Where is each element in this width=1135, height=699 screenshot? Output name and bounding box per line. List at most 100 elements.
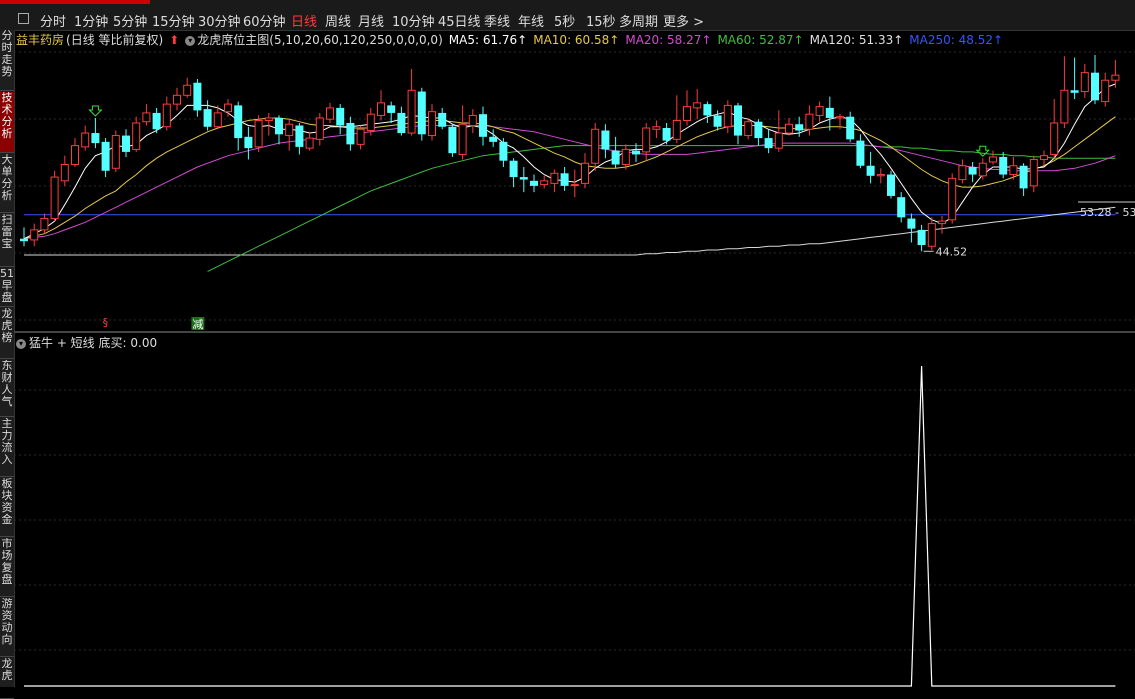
candle-body-down[interactable] [387, 105, 396, 113]
candle-body-up[interactable] [1029, 158, 1038, 187]
candle-body-up[interactable] [71, 145, 79, 165]
candle-body-up[interactable] [540, 180, 549, 186]
candle-body-down[interactable] [519, 177, 528, 180]
candle-body-up[interactable] [50, 176, 59, 220]
candle-body-up[interactable] [264, 117, 273, 121]
candle-body-up[interactable] [173, 94, 181, 105]
candle-body-down[interactable] [438, 112, 447, 127]
candle-body-up[interactable] [672, 119, 681, 140]
candle-body-down[interactable] [754, 121, 763, 139]
candle-body-up[interactable] [978, 162, 987, 177]
candle-body-down[interactable] [122, 135, 130, 152]
candle-body-up[interactable] [1009, 165, 1018, 176]
candle-body-up[interactable] [162, 103, 171, 128]
candle-body-up[interactable] [285, 123, 294, 137]
candle-body-up[interactable] [60, 163, 69, 182]
candle-body-up[interactable] [326, 107, 334, 120]
candle-body-down[interactable] [632, 150, 640, 155]
candle-body-up[interactable] [407, 89, 416, 134]
candle-body-down[interactable] [530, 180, 538, 186]
candle-body-down[interactable] [509, 160, 518, 178]
candle-body-up[interactable] [652, 126, 661, 130]
candle-body-up[interactable] [581, 162, 589, 184]
candle-body-down[interactable] [825, 107, 834, 118]
candle-body-up[interactable] [621, 148, 630, 165]
candle-body-down[interactable] [295, 125, 304, 147]
candle-body-up[interactable] [213, 112, 222, 128]
candle-body-up[interactable] [377, 102, 385, 116]
candle-body-up[interactable] [948, 177, 957, 221]
candle-body-down[interactable] [713, 115, 722, 127]
candle-body-down[interactable] [662, 128, 671, 141]
candle-body-down[interactable] [1070, 90, 1079, 93]
candle-body-up[interactable] [693, 102, 702, 109]
candle-body-down[interactable] [856, 140, 865, 166]
candle-body-down[interactable] [152, 112, 161, 130]
candle-body-up[interactable] [305, 137, 314, 149]
candle-body-up[interactable] [570, 184, 579, 187]
candle-body-up[interactable] [550, 172, 559, 184]
candle-body-up[interactable] [1080, 72, 1089, 93]
candle-body-down[interactable] [479, 114, 487, 137]
candle-body-up[interactable] [366, 113, 375, 132]
candle-body-down[interactable] [907, 218, 916, 229]
candle-body-up[interactable] [774, 132, 783, 149]
candle-body-up[interactable] [1040, 155, 1048, 160]
candle-body-down[interactable] [193, 82, 202, 111]
candle-body-up[interactable] [744, 121, 753, 137]
candle-body-down[interactable] [20, 238, 28, 242]
candle-body-up[interactable] [723, 104, 732, 128]
candle-body-up[interactable] [876, 174, 885, 177]
candle-body-down[interactable] [346, 122, 355, 145]
candle-body-down[interactable] [203, 109, 212, 127]
candle-body-up[interactable] [30, 229, 39, 241]
candle-body-up[interactable] [642, 127, 651, 153]
candle-body-up[interactable] [836, 116, 844, 119]
candle-body-down[interactable] [887, 174, 895, 196]
candle-body-up[interactable] [111, 135, 120, 169]
candle-body-up[interactable] [1050, 122, 1059, 155]
candle-body-down[interactable] [1091, 72, 1099, 101]
candle-body-up[interactable] [40, 218, 49, 231]
candle-body-up[interactable] [1111, 74, 1120, 81]
candle-body-down[interactable] [336, 107, 345, 126]
candle-body-down[interactable] [897, 197, 906, 218]
candle-body-down[interactable] [1019, 165, 1028, 189]
candle-body-up[interactable] [1060, 89, 1069, 124]
candle-body-up[interactable] [428, 111, 436, 137]
candle-body-up[interactable] [927, 223, 936, 247]
candle-body-up[interactable] [1101, 79, 1110, 103]
candle-body-up[interactable] [315, 117, 324, 140]
candle-body-down[interactable] [448, 126, 457, 154]
candle-body-down[interactable] [734, 105, 742, 136]
candle-body-up[interactable] [356, 128, 365, 145]
candle-body-down[interactable] [560, 173, 569, 186]
candle-body-up[interactable] [183, 84, 192, 96]
candle-body-down[interactable] [703, 104, 712, 116]
candle-body-up[interactable] [132, 122, 141, 150]
candle-body-down[interactable] [917, 229, 926, 245]
candle-body-down[interactable] [846, 116, 855, 140]
candle-body-down[interactable] [244, 136, 253, 149]
candle-body-down[interactable] [866, 165, 875, 176]
candle-body-down[interactable] [489, 136, 498, 142]
candle-body-down[interactable] [999, 156, 1008, 175]
candle-body-up[interactable] [785, 123, 793, 134]
candle-body-down[interactable] [611, 150, 620, 165]
candle-body-up[interactable] [224, 103, 232, 113]
candle-body-down[interactable] [275, 117, 283, 135]
candle-body-down[interactable] [91, 133, 100, 144]
candle-body-up[interactable] [591, 128, 600, 164]
candle-body-up[interactable] [815, 106, 824, 116]
candle-body-down[interactable] [234, 105, 243, 139]
candle-body-down[interactable] [499, 141, 508, 161]
candle-body-down[interactable] [101, 141, 110, 171]
candle-body-up[interactable] [458, 123, 467, 155]
candle-body-up[interactable] [468, 114, 477, 126]
candle-body-up[interactable] [958, 165, 967, 181]
candle-body-up[interactable] [938, 220, 946, 225]
candle-body-up[interactable] [683, 106, 691, 121]
candle-body-up[interactable] [142, 112, 151, 123]
candle-body-down[interactable] [601, 130, 610, 150]
candle-body-up[interactable] [805, 113, 814, 130]
